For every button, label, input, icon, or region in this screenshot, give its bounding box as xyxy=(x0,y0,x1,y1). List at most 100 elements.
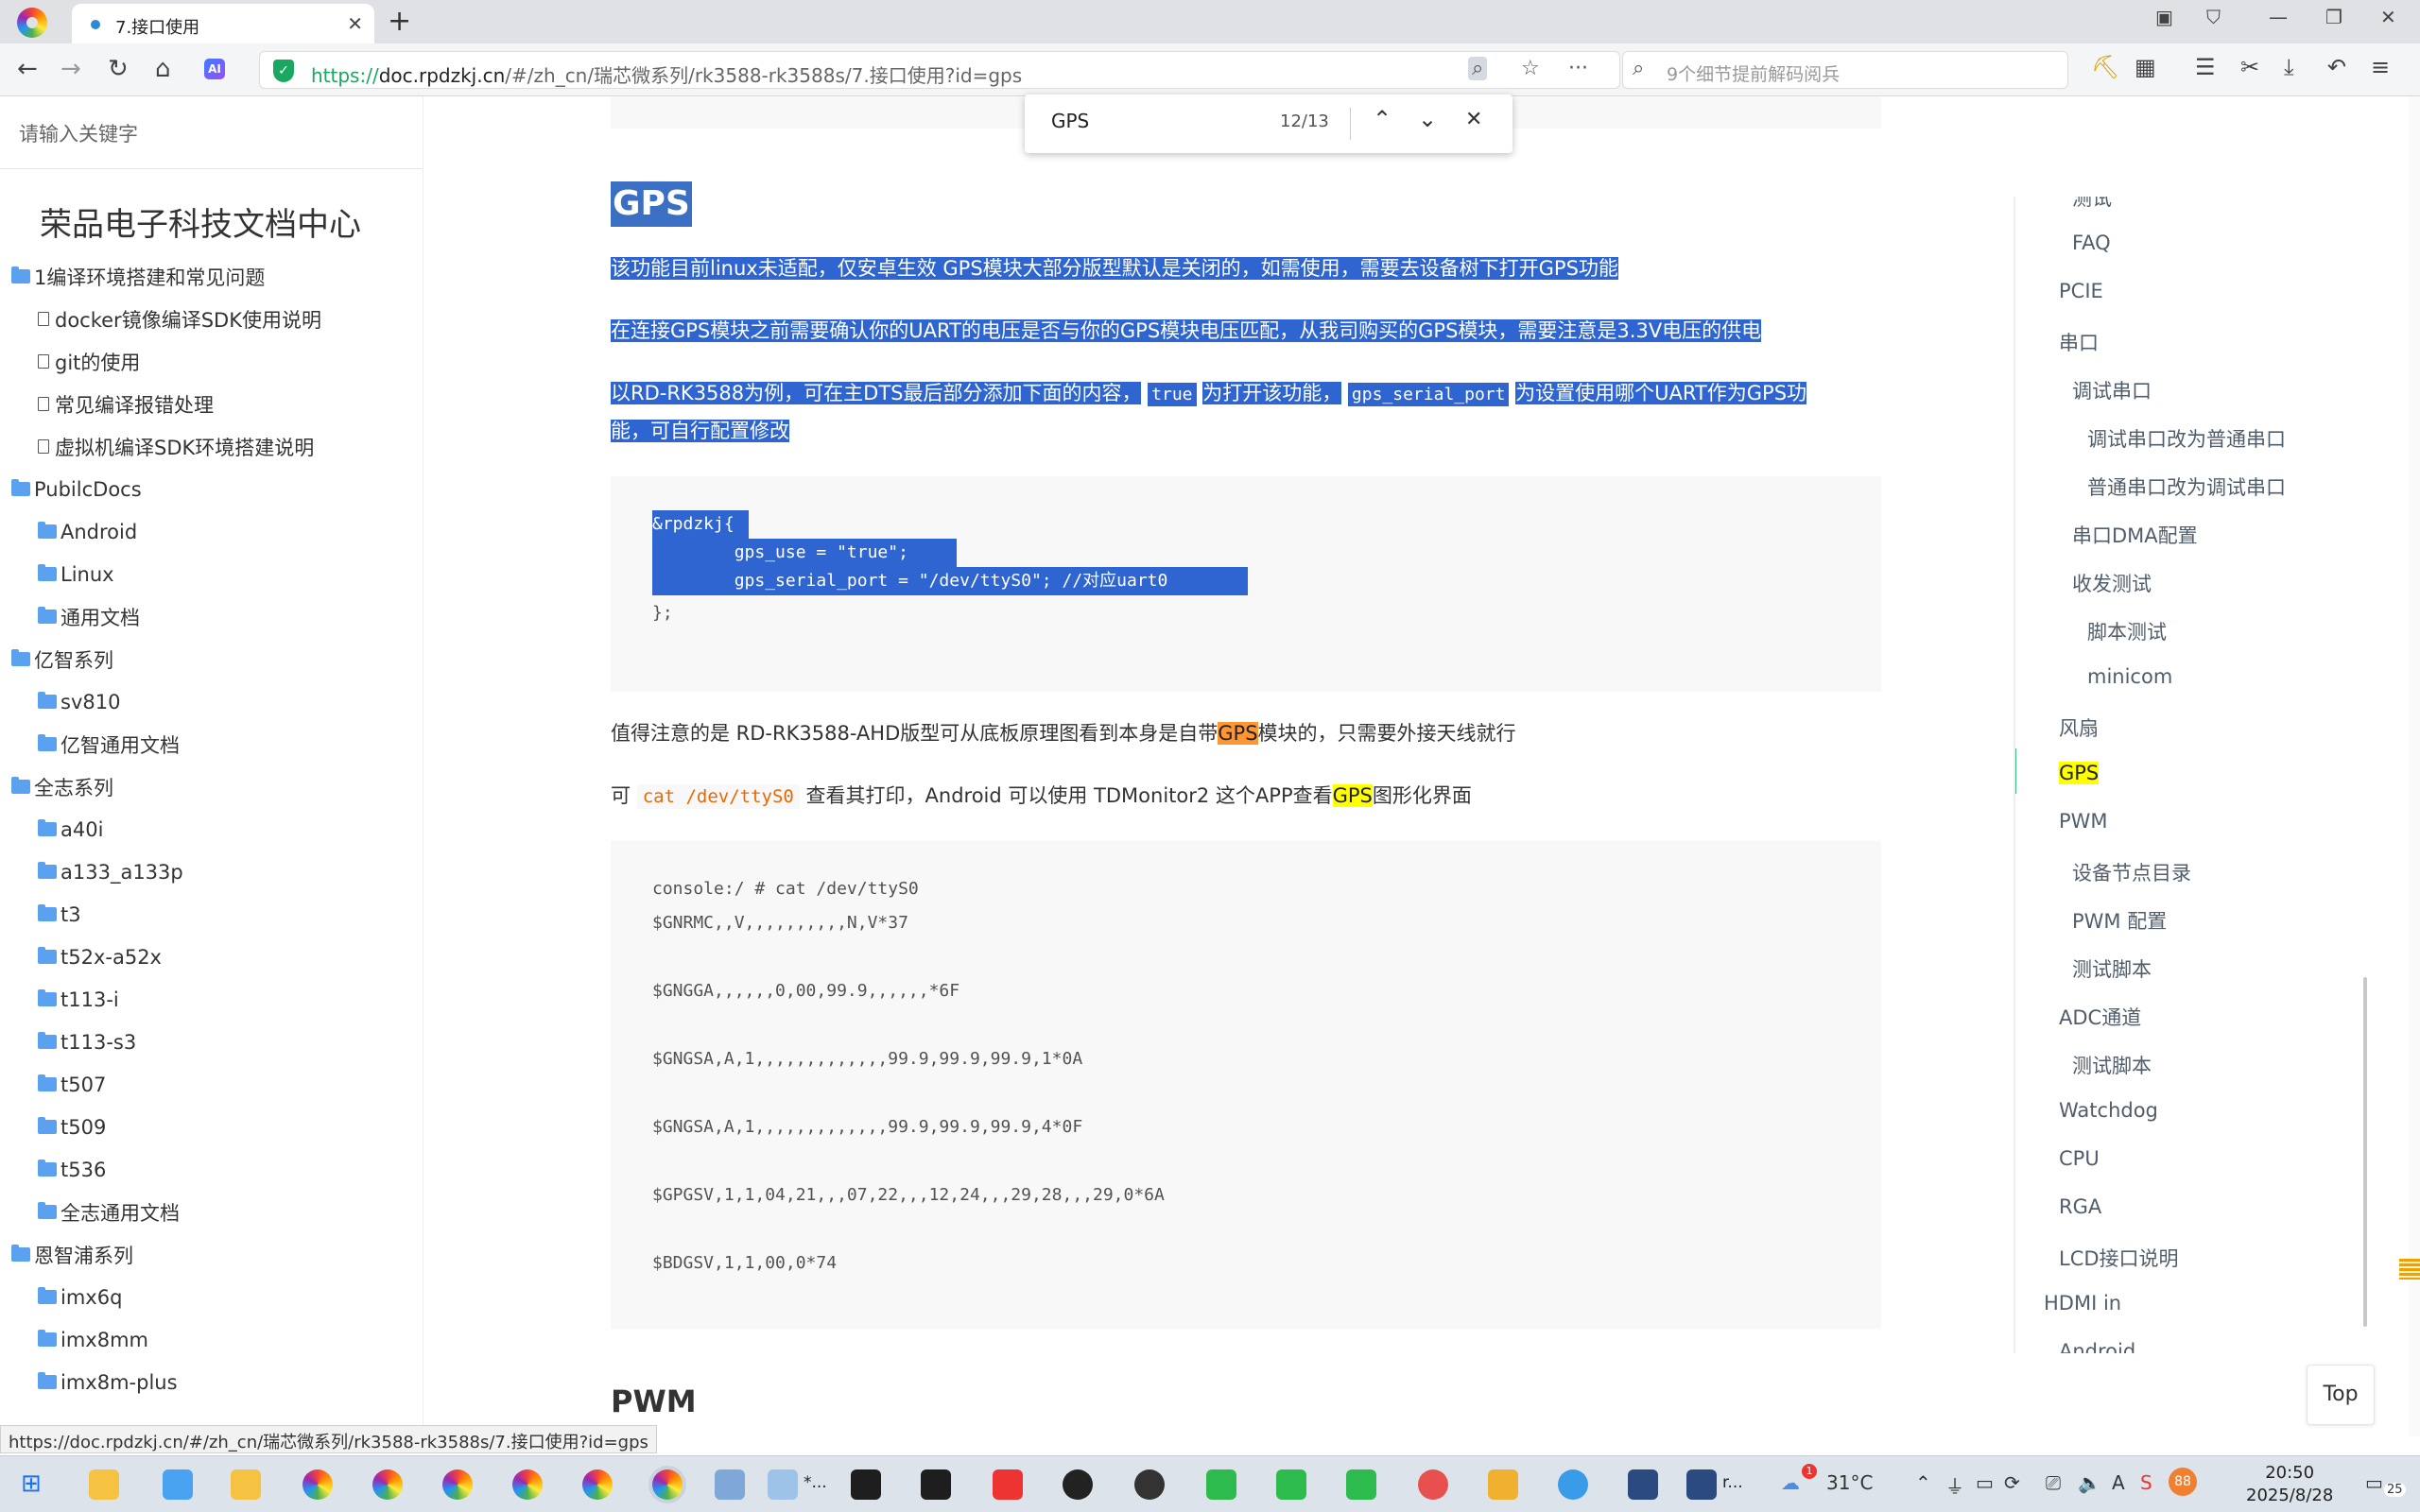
address-bar[interactable]: ✓ https://doc.rpdzkj.cn/#/zh_cn/瑞芯微系列/rk… xyxy=(259,51,1620,89)
sidebar-tree-item[interactable]: imx8mm xyxy=(0,1318,423,1361)
toc-item[interactable]: Watchdog xyxy=(2059,1099,2158,1122)
close-tab-icon[interactable]: ✕ xyxy=(347,12,363,35)
toc-item[interactable]: 测试 xyxy=(2072,197,2112,212)
sidebar-tree-item[interactable]: git的使用 xyxy=(0,340,423,383)
sidebar-tree-item[interactable]: Linux xyxy=(0,553,423,595)
tab-active[interactable]: 7.接口使用 ✕ xyxy=(72,4,374,43)
sidebar-tree-item[interactable]: imx8m-plus xyxy=(0,1361,423,1403)
start-windows-icon[interactable]: ⊞ xyxy=(21,1469,42,1498)
toc-item[interactable]: 串口 xyxy=(2059,328,2099,356)
find-previous-icon[interactable]: ⌃ xyxy=(1373,106,1392,132)
download-icon[interactable]: ⤓ xyxy=(2284,54,2294,80)
toc-item[interactable]: 测试脚本 xyxy=(2072,954,2152,983)
toc-item[interactable]: ADC通道 xyxy=(2059,1003,2141,1031)
taskbar-notepad-icon[interactable] xyxy=(768,1469,798,1500)
taskbar-folder-icon[interactable] xyxy=(231,1469,261,1500)
sidebar-tree-item[interactable]: 全志通用文档 xyxy=(0,1191,423,1233)
weather-cloud-icon[interactable]: ☁ xyxy=(1781,1471,1800,1494)
weather-temp[interactable]: 31°C xyxy=(1826,1471,1873,1494)
toc-item[interactable]: PWM 配置 xyxy=(2072,906,2167,935)
taskbar-browser-icon[interactable] xyxy=(372,1469,403,1500)
sidebar-tree-item[interactable]: 恩智浦系列 xyxy=(0,1233,423,1276)
tray-network-icon[interactable]: ⎚ xyxy=(2046,1471,2061,1494)
tray-app-icon[interactable]: S xyxy=(2140,1471,2152,1494)
ai-assistant-icon[interactable]: AI xyxy=(204,59,225,79)
toc-item[interactable]: LCD接口说明 xyxy=(2059,1244,2179,1272)
tray-volume-icon[interactable]: 🔈 xyxy=(2078,1471,2101,1494)
sidebar-tree-item[interactable]: sv810 xyxy=(0,680,423,723)
tray-battery-icon[interactable]: ▭ xyxy=(1976,1471,1994,1494)
taskbar-app-icon[interactable] xyxy=(1418,1469,1448,1500)
taskbar-ultraedit-icon[interactable] xyxy=(1063,1469,1093,1500)
sidebar-tree-item[interactable]: t507 xyxy=(0,1063,423,1106)
browser-logo-icon[interactable] xyxy=(17,8,47,38)
toc-item[interactable]: 收发测试 xyxy=(2072,569,2152,597)
toc-item[interactable]: 脚本测试 xyxy=(2087,617,2167,645)
sidebar-tree-item[interactable]: PubilcDocs xyxy=(0,468,423,510)
find-next-icon[interactable]: ⌄ xyxy=(1418,106,1437,132)
taskbar-wechat-icon[interactable] xyxy=(1276,1469,1306,1500)
taskbar-browser-icon[interactable] xyxy=(512,1469,543,1500)
taskbar-browser-icon[interactable] xyxy=(582,1469,613,1500)
sidebar-tree-item[interactable]: 1编译环境搭建和常见问题 xyxy=(0,255,423,298)
taskbar-terminal-icon[interactable] xyxy=(921,1469,951,1500)
taskbar-wps-icon[interactable] xyxy=(993,1469,1023,1500)
tray-badge[interactable]: 88 xyxy=(2169,1468,2197,1496)
apps-grid-icon[interactable]: ▦ xyxy=(2135,54,2156,80)
reload-icon[interactable]: ↻ xyxy=(108,55,129,83)
taskbar-app-icon[interactable] xyxy=(1628,1469,1658,1500)
sidebar-tree-item[interactable]: a133_a133p xyxy=(0,850,423,893)
toc-item[interactable]: FAQ xyxy=(2072,232,2111,254)
sidebar-tree-item[interactable]: Android xyxy=(0,510,423,553)
page-scrollbar[interactable] xyxy=(2409,96,2420,1436)
back-to-top-button[interactable]: Top xyxy=(2307,1365,2375,1425)
sidebar-tree-item[interactable]: docker镜像编译SDK使用说明 xyxy=(0,298,423,340)
extension-icon[interactable]: ⛏ xyxy=(2091,54,2119,80)
close-window-icon[interactable]: ✕ xyxy=(2380,6,2396,28)
minimize-icon[interactable]: — xyxy=(2269,6,2288,28)
home-icon[interactable]: ⌂ xyxy=(155,55,171,83)
taskbar-terminal-icon[interactable] xyxy=(851,1469,881,1500)
sidebar-tree-item[interactable]: a40i xyxy=(0,808,423,850)
taskbar-wechat-icon[interactable] xyxy=(1206,1469,1236,1500)
toc-item[interactable]: 串口DMA配置 xyxy=(2072,521,2198,549)
sidebar-tree-item[interactable]: t113-i xyxy=(0,978,423,1021)
toc-item[interactable]: minicom xyxy=(2087,665,2172,688)
forward-icon[interactable]: → xyxy=(60,55,81,83)
new-tab-icon[interactable]: + xyxy=(388,5,411,38)
taskbar-browser-icon[interactable] xyxy=(302,1469,333,1500)
sidebar-tree-item[interactable]: t52x-a52x xyxy=(0,936,423,978)
favorites-icon[interactable]: ☰ xyxy=(2195,54,2216,80)
tray-usb-icon[interactable]: ⏚ xyxy=(1945,1471,1964,1499)
tray-expand-icon[interactable]: ⌃ xyxy=(1915,1471,1931,1494)
taskbar-tools-icon[interactable] xyxy=(1488,1469,1518,1500)
toc-item[interactable]: RGA xyxy=(2059,1195,2101,1218)
find-input[interactable]: GPS xyxy=(1051,110,1089,132)
sidebar-tree-item[interactable]: 亿智通用文档 xyxy=(0,723,423,765)
find-page-icon[interactable]: ⌕ xyxy=(1468,57,1488,80)
sidebar-tree-item[interactable]: 亿智系列 xyxy=(0,638,423,680)
sidebar-tree-item[interactable]: 全志系列 xyxy=(0,765,423,808)
toc-item[interactable]: HDMI in xyxy=(2044,1292,2121,1314)
sidebar-tree-item[interactable]: 常见编译报错处理 xyxy=(0,383,423,425)
toc-item[interactable]: 风扇 xyxy=(2059,713,2099,742)
back-icon[interactable]: ← xyxy=(17,55,38,83)
toc-item[interactable]: 普通串口改为调试串口 xyxy=(2087,472,2286,501)
taskbar-chat-icon[interactable] xyxy=(1558,1469,1588,1500)
sidebar-tree-item[interactable]: t3 xyxy=(0,893,423,936)
screenshot-scissors-icon[interactable]: ✂ xyxy=(2240,54,2259,80)
restore-icon[interactable]: ❐ xyxy=(2325,6,2342,28)
taskbar-paint-icon[interactable] xyxy=(715,1469,745,1500)
sidebar-tree-item[interactable]: 虚拟机编译SDK环境搭建说明 xyxy=(0,425,423,468)
sidebar-tree-item[interactable]: imx6q xyxy=(0,1276,423,1318)
toc-item[interactable]: PWM xyxy=(2059,810,2108,833)
secure-shield-icon[interactable]: ✓ xyxy=(273,60,294,82)
system-clock[interactable]: 20:50 2025/8/28 xyxy=(2246,1462,2333,1507)
toc-item[interactable]: 测试脚本 xyxy=(2072,1051,2152,1079)
bookmark-star-icon[interactable]: ☆ xyxy=(1521,57,1540,80)
toc-item[interactable]: 设备节点目录 xyxy=(2072,858,2191,886)
more-icon[interactable]: ··· xyxy=(1568,57,1588,80)
toc-item[interactable]: CPU xyxy=(2059,1147,2100,1170)
taskbar-browser-icon[interactable] xyxy=(442,1469,473,1500)
find-close-icon[interactable]: ✕ xyxy=(1465,108,1482,131)
